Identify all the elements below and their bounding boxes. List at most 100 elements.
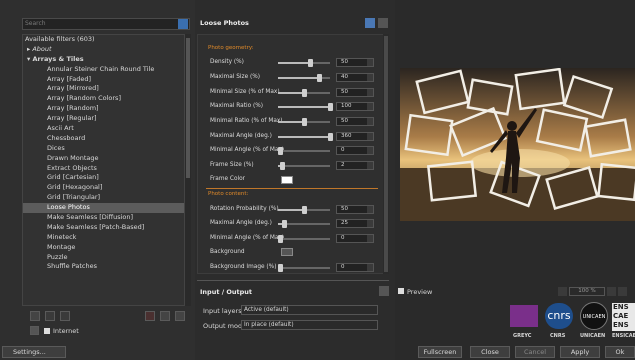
spin-arrows-icon[interactable] xyxy=(367,74,373,81)
param-spinbox[interactable]: 0 xyxy=(336,263,374,272)
slider-handle[interactable] xyxy=(307,59,313,67)
param-spinbox[interactable]: 2 xyxy=(336,161,374,170)
filter-root[interactable]: Available filters (603) xyxy=(23,35,184,45)
reset-params-icon[interactable] xyxy=(378,18,388,28)
frame-color-swatch[interactable] xyxy=(281,176,293,184)
param-spinbox[interactable]: 100 xyxy=(336,102,374,111)
spin-arrows-icon[interactable] xyxy=(367,118,373,125)
slider-handle[interactable] xyxy=(278,147,283,155)
filter-item[interactable]: Array [Random] xyxy=(23,104,184,114)
io-reset-icon[interactable] xyxy=(379,286,389,296)
cancel-button[interactable]: Cancel xyxy=(515,346,555,358)
filter-item[interactable]: Shuffle Patches xyxy=(23,262,184,272)
preview-image[interactable] xyxy=(400,68,635,221)
apply-button[interactable]: Apply xyxy=(560,346,600,358)
ok-button[interactable]: Ok xyxy=(605,346,635,358)
filter-tree[interactable]: Available filters (603) ▸ About ▾ Arrays &… xyxy=(22,34,185,306)
spin-arrows-icon[interactable] xyxy=(367,59,373,66)
filter-item[interactable]: Annular Steiner Chain Round Tile xyxy=(23,65,184,75)
filter-category[interactable]: ▸ About xyxy=(23,45,184,55)
filter-item[interactable]: Array [Random Colors] xyxy=(23,94,184,104)
spin-arrows-icon[interactable] xyxy=(367,235,373,242)
refresh-icon[interactable] xyxy=(30,326,39,335)
slider-handle[interactable] xyxy=(281,220,287,228)
search-icon[interactable] xyxy=(178,19,188,29)
param-slider[interactable] xyxy=(278,235,330,243)
selective-mode-icon[interactable] xyxy=(160,311,170,321)
spin-arrows-icon[interactable] xyxy=(367,220,373,227)
param-slider[interactable] xyxy=(278,162,330,170)
filter-item[interactable]: Montage xyxy=(23,243,184,253)
param-slider[interactable] xyxy=(278,264,330,272)
param-spinbox[interactable]: 360 xyxy=(336,132,374,141)
zoom-fit-icon[interactable] xyxy=(618,287,627,296)
spin-arrows-icon[interactable] xyxy=(367,89,373,96)
param-slider[interactable] xyxy=(278,74,330,82)
background-image-icon[interactable] xyxy=(281,248,293,256)
filter-category[interactable]: ▾ Arrays & Tiles xyxy=(23,55,184,65)
filter-item[interactable]: Mineteck xyxy=(23,233,184,243)
remove-favorite-icon[interactable] xyxy=(45,311,55,321)
zoom-out-icon[interactable] xyxy=(558,287,567,296)
close-button[interactable]: Close xyxy=(470,346,510,358)
filter-item[interactable]: Grid [Triangular] xyxy=(23,193,184,203)
filter-item[interactable]: Chessboard xyxy=(23,134,184,144)
reset-icon[interactable] xyxy=(145,311,155,321)
filter-item[interactable]: Array [Regular] xyxy=(23,114,184,124)
internet-checkbox[interactable] xyxy=(44,328,50,334)
settings-button[interactable]: Settings... xyxy=(2,346,66,358)
copy-to-clipboard-icon[interactable] xyxy=(365,18,375,28)
slider-handle[interactable] xyxy=(317,74,323,82)
param-slider[interactable] xyxy=(278,220,330,228)
spin-arrows-icon[interactable] xyxy=(367,103,373,110)
add-favorite-icon[interactable] xyxy=(30,311,40,321)
param-spinbox[interactable]: 50 xyxy=(336,117,374,126)
filter-item[interactable]: Dices xyxy=(23,144,184,154)
slider-handle[interactable] xyxy=(301,89,307,97)
zoom-in-icon[interactable] xyxy=(607,287,616,296)
param-spinbox[interactable]: 40 xyxy=(336,73,374,82)
slider-handle[interactable] xyxy=(301,206,307,214)
param-slider[interactable] xyxy=(278,103,333,111)
filter-item[interactable]: Make Seamless [Patch-Based] xyxy=(23,223,184,233)
slider-handle[interactable] xyxy=(278,264,283,272)
param-spinbox[interactable]: 50 xyxy=(336,205,374,214)
param-spinbox[interactable]: 50 xyxy=(336,58,374,67)
slider-handle[interactable] xyxy=(327,133,333,141)
search-input[interactable]: Search xyxy=(22,18,190,30)
spin-arrows-icon[interactable] xyxy=(367,264,373,271)
slider-handle[interactable] xyxy=(279,162,285,170)
spin-arrows-icon[interactable] xyxy=(367,147,373,154)
filter-item[interactable]: Grid [Cartesian] xyxy=(23,173,184,183)
filter-item[interactable]: Extract Objects xyxy=(23,164,184,174)
param-spinbox[interactable]: 25 xyxy=(336,219,374,228)
rename-icon[interactable] xyxy=(60,311,70,321)
param-slider[interactable] xyxy=(278,147,330,155)
parameters-scroll-thumb[interactable] xyxy=(384,36,388,272)
input-layers-select[interactable]: Active (default) xyxy=(241,305,378,315)
fullscreen-button[interactable]: Fullscreen xyxy=(418,346,462,358)
preview-checkbox[interactable] xyxy=(398,288,404,294)
param-slider[interactable] xyxy=(278,118,330,126)
filter-item[interactable]: Ascii Art xyxy=(23,124,184,134)
slider-handle[interactable] xyxy=(301,118,307,126)
slider-handle[interactable] xyxy=(327,103,333,111)
filter-item[interactable]: Array [Mirrored] xyxy=(23,84,184,94)
param-spinbox[interactable]: 0 xyxy=(336,234,374,243)
filter-item[interactable]: Array [Faded] xyxy=(23,75,184,85)
param-slider[interactable] xyxy=(278,59,330,67)
param-slider[interactable] xyxy=(278,133,333,141)
filter-item[interactable]: Grid [Hexagonal] xyxy=(23,183,184,193)
filter-tree-scroll-thumb[interactable] xyxy=(186,38,190,178)
filter-item[interactable]: Make Seamless [Diffusion] xyxy=(23,213,184,223)
param-spinbox[interactable]: 50 xyxy=(336,88,374,97)
param-spinbox[interactable]: 0 xyxy=(336,146,374,155)
download-icon[interactable] xyxy=(175,311,185,321)
filter-item[interactable]: Drawn Montage xyxy=(23,154,184,164)
spin-arrows-icon[interactable] xyxy=(367,133,373,140)
slider-handle[interactable] xyxy=(278,235,283,243)
spin-arrows-icon[interactable] xyxy=(367,162,373,169)
output-mode-select[interactable]: In place (default) xyxy=(241,320,378,330)
spin-arrows-icon[interactable] xyxy=(367,206,373,213)
filter-item[interactable]: Loose Photos xyxy=(23,203,184,214)
